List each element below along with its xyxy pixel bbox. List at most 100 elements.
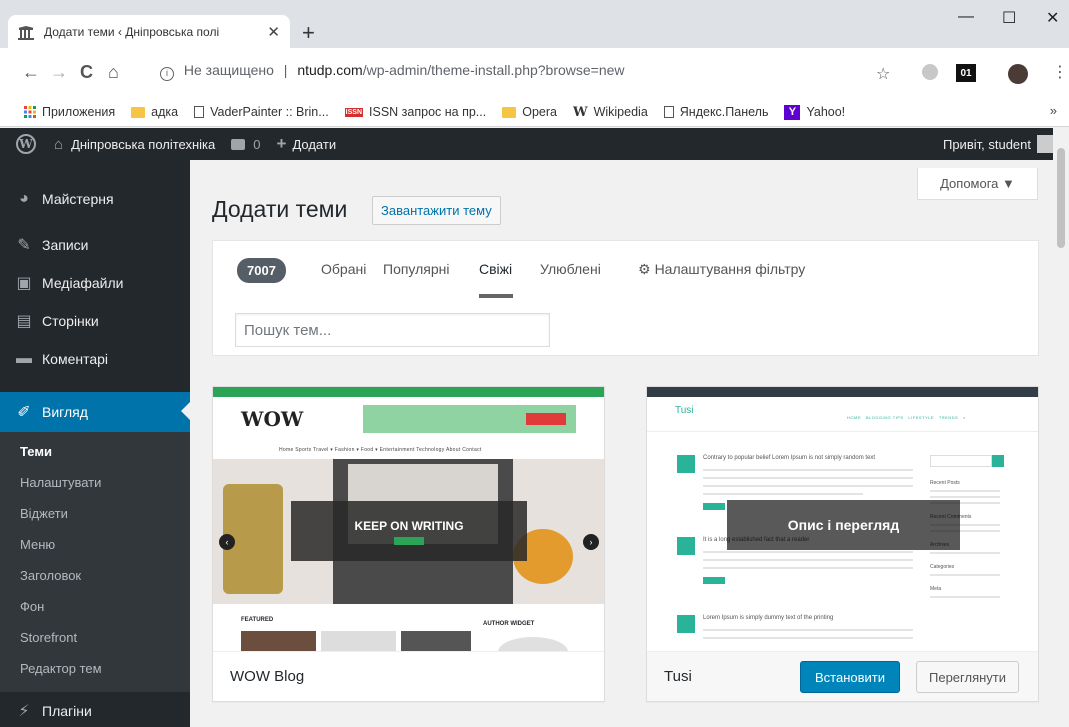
theme-name: WOW Blog bbox=[213, 651, 604, 701]
theme-card-tusi[interactable]: Tusi HOME BLOGGING TIPS LIFESTYLE TRENDS… bbox=[646, 386, 1039, 702]
site-favicon-icon bbox=[18, 24, 36, 40]
submenu-item-storefront[interactable]: Storefront bbox=[0, 622, 190, 653]
tab-close-icon[interactable]: ✕ bbox=[267, 23, 280, 41]
sidebar-item-appearance[interactable]: ✐ Вигляд bbox=[0, 392, 190, 432]
theme-search-input[interactable] bbox=[235, 313, 550, 347]
help-tab-button[interactable]: Допомога ▼ bbox=[917, 168, 1038, 200]
bookmark-yandex-panel[interactable]: Яндекс.Панель bbox=[663, 105, 769, 119]
sidebar-item-media[interactable]: ▣ Медіафайли bbox=[0, 264, 190, 302]
adminbar-comments[interactable]: 0 bbox=[231, 136, 261, 152]
bookmark-issn[interactable]: ISSN ISSN запрос на пр... bbox=[344, 105, 487, 119]
adminbar-site-link[interactable]: ⌂ Дніпровська політехніка bbox=[54, 136, 215, 153]
preview-nav: Home Sports Travel ▾ Fashion ▾ Food ▾ En… bbox=[279, 447, 482, 453]
extension-badge-icon[interactable]: 01 bbox=[956, 64, 976, 82]
bookmark-label: Yahoo! bbox=[806, 105, 846, 119]
comments-count: 0 bbox=[253, 136, 261, 152]
theme-card-wow-blog[interactable]: WOW Home Sports Travel ▾ Fashion ▾ Food … bbox=[212, 386, 605, 702]
address-bar[interactable]: i Не защищено | ntudp.com/wp-admin/theme… bbox=[160, 62, 625, 81]
sidebar-item-plugins[interactable]: ⚡ Плагіни bbox=[0, 692, 190, 727]
close-window-button[interactable]: ✕ bbox=[1046, 8, 1059, 28]
bookmark-label: ISSN запрос на пр... bbox=[369, 105, 487, 119]
preview-thumb bbox=[321, 631, 396, 651]
page-icon bbox=[194, 106, 205, 118]
bookmark-folder-opera[interactable]: Opera bbox=[502, 105, 557, 119]
tab-latest[interactable]: Свіжі bbox=[479, 261, 512, 277]
submenu-item-background[interactable]: Фон bbox=[0, 591, 190, 622]
info-icon[interactable]: i bbox=[160, 67, 174, 81]
sidebar-item-pages[interactable]: ▤ Сторінки bbox=[0, 302, 190, 340]
globe-extension-icon[interactable] bbox=[922, 64, 938, 80]
submenu-item-theme-editor[interactable]: Редактор тем bbox=[0, 653, 190, 684]
preview-sidebar-heading: Categories bbox=[930, 564, 955, 570]
security-label: Не защищено bbox=[183, 62, 274, 78]
pin-icon: ✎ bbox=[17, 237, 31, 254]
tab-favorites[interactable]: Улюблені bbox=[540, 261, 601, 277]
minimize-button[interactable]: — bbox=[958, 8, 974, 26]
appearance-submenu: Теми Налаштувати Віджети Меню Заголовок … bbox=[0, 432, 190, 692]
reload-button[interactable]: C bbox=[80, 62, 93, 83]
bookmark-label: Opera bbox=[522, 105, 557, 119]
wordpress-logo-icon[interactable]: W bbox=[16, 134, 36, 154]
adminbar-add-new[interactable]: + Додати bbox=[277, 134, 337, 154]
adminbar-account[interactable]: Привіт, student bbox=[943, 128, 1055, 160]
submenu-item-widgets[interactable]: Віджети bbox=[0, 498, 190, 529]
wp-admin-bar: W ⌂ Дніпровська політехніка 0 + Додати П… bbox=[0, 128, 1069, 160]
tab-popular[interactable]: Популярні bbox=[383, 261, 450, 277]
install-theme-button[interactable]: Встановити bbox=[800, 661, 901, 693]
sidebar-item-dashboard[interactable]: ◕ Майстерня bbox=[0, 180, 190, 218]
folder-icon bbox=[131, 106, 146, 118]
scrollbar-thumb[interactable] bbox=[1057, 148, 1065, 248]
bookmark-label: Яндекс.Панель bbox=[679, 105, 769, 119]
bookmark-folder-adka[interactable]: адка bbox=[131, 105, 178, 119]
address-separator: | bbox=[283, 62, 288, 78]
back-button[interactable]: ← bbox=[22, 62, 40, 83]
page-title: Додати теми bbox=[212, 196, 348, 222]
tab-title: Додати теми ‹ Дніпровська полі bbox=[44, 24, 220, 39]
submenu-item-customize[interactable]: Налаштувати bbox=[0, 467, 190, 498]
submenu-item-themes[interactable]: Теми bbox=[0, 436, 190, 467]
theme-details-overlay[interactable]: Опис і перегляд bbox=[727, 500, 960, 550]
folder-icon bbox=[502, 106, 517, 118]
sidebar-item-comments[interactable]: ▬ Коментарі bbox=[0, 340, 190, 378]
bookmark-label: Wikipedia bbox=[593, 105, 648, 119]
profile-avatar[interactable] bbox=[1008, 64, 1028, 84]
submenu-item-menus[interactable]: Меню bbox=[0, 529, 190, 560]
tab-featured[interactable]: Обрані bbox=[321, 261, 366, 277]
feature-filter-button[interactable]: ⚙ Налаштування фільтру bbox=[638, 261, 805, 278]
bookmark-star-icon[interactable]: ☆ bbox=[876, 64, 890, 84]
submenu-item-header[interactable]: Заголовок bbox=[0, 560, 190, 591]
theme-screenshot[interactable]: WOW Home Sports Travel ▾ Fashion ▾ Food … bbox=[213, 387, 604, 651]
browser-menu-icon[interactable]: ⋮ bbox=[1052, 62, 1068, 82]
add-new-label: Додати bbox=[292, 136, 337, 152]
preview-author-widget-heading: AUTHOR WIDGET bbox=[483, 621, 535, 627]
bookmark-apps[interactable]: Приложения bbox=[24, 105, 115, 119]
new-tab-button[interactable]: + bbox=[302, 20, 315, 46]
bookmark-yahoo[interactable]: Y Yahoo! bbox=[784, 104, 846, 120]
preview-theme-button[interactable]: Переглянути bbox=[916, 661, 1020, 693]
yahoo-icon: Y bbox=[784, 104, 801, 120]
bookmark-vaderpainter[interactable]: VaderPainter :: Brin... bbox=[194, 105, 329, 119]
site-name: Дніпровська політехніка bbox=[71, 136, 216, 152]
preview-topbar bbox=[647, 387, 1038, 397]
preview-author-avatar bbox=[498, 637, 568, 651]
page-scrollbar[interactable] bbox=[1053, 128, 1069, 727]
sidebar-item-label: Плагіни bbox=[42, 703, 92, 719]
browser-tab[interactable]: Додати теми ‹ Дніпровська полі ✕ bbox=[8, 15, 290, 48]
sidebar-item-posts[interactable]: ✎ Записи bbox=[0, 226, 190, 264]
plus-icon: + bbox=[276, 134, 287, 153]
preview-topbar bbox=[213, 387, 604, 397]
preview-sidebar-heading: Recent Posts bbox=[930, 480, 960, 486]
bookmark-wikipedia[interactable]: W Wikipedia bbox=[573, 105, 648, 120]
bookmarks-more-button[interactable]: » bbox=[1050, 103, 1057, 118]
preview-prev-arrow-icon: ‹ bbox=[219, 534, 235, 550]
forward-button[interactable]: → bbox=[50, 62, 68, 83]
theme-name-bar: Tusi Встановити Переглянути bbox=[647, 651, 1038, 701]
preview-hero: KEEP ON WRITING ‹ › bbox=[213, 459, 604, 604]
maximize-button[interactable]: ☐ bbox=[1002, 8, 1016, 28]
address-path: /wp-admin/theme-install.php?browse=new bbox=[362, 62, 625, 78]
preview-thumb bbox=[401, 631, 471, 651]
upload-theme-button[interactable]: Завантажити тему bbox=[372, 196, 501, 225]
home-button[interactable]: ⌂ bbox=[108, 62, 119, 83]
theme-screenshot[interactable]: Tusi HOME BLOGGING TIPS LIFESTYLE TRENDS… bbox=[647, 387, 1038, 651]
sidebar-item-label: Коментарі bbox=[42, 351, 109, 367]
